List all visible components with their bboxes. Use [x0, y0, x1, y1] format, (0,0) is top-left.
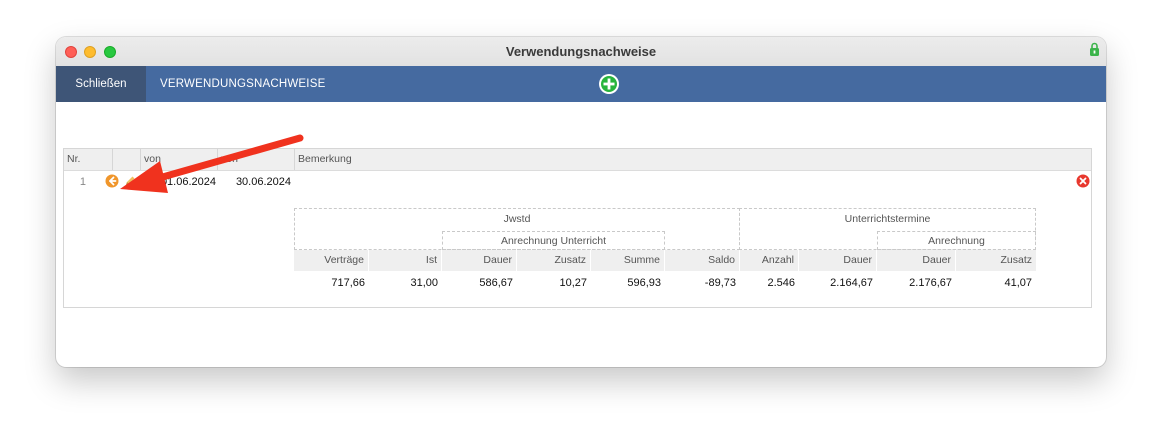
row-to-date: 30.06.2024 [235, 176, 291, 188]
col-vertraege: Verträge [294, 250, 369, 271]
value-vertraege: 717,66 [331, 277, 365, 289]
header-actions [113, 149, 141, 170]
close-button[interactable]: Schließen [56, 66, 146, 102]
value-summe: 596,93 [627, 277, 661, 289]
app-window: Verwendungsnachweise Schließen VERWENDUN… [56, 37, 1106, 367]
window-title: Verwendungsnachweise [505, 44, 657, 59]
header-nr: Nr. [64, 149, 113, 170]
value-zusatz-anrechnung: 41,07 [1004, 277, 1032, 289]
header-from: von [141, 149, 218, 170]
header-to: von [218, 149, 295, 170]
col-dauer-unterricht: Dauer [442, 250, 517, 271]
value-saldo: -89,73 [704, 277, 736, 289]
header-remark: Bemerkung [298, 153, 352, 165]
row-from-date: 01.06.2024 [160, 176, 216, 188]
group-unterrichtstermine-label: Unterrichtstermine [844, 213, 931, 225]
group-anrechnung-unterricht-label: Anrechnung Unterricht [500, 235, 607, 247]
value-dauer-termine: 2.164,67 [830, 277, 873, 289]
table-header: Nr. von von Bemerkung [64, 149, 1091, 171]
value-dauer-anrechnung: 2.176,67 [909, 277, 952, 289]
col-zusatz-unterricht: Zusatz [517, 250, 591, 271]
group-anrechnung-label: Anrechnung [928, 235, 985, 247]
col-dauer-termine: Dauer [799, 250, 877, 271]
row-nr: 1 [79, 176, 86, 188]
col-anzahl: Anzahl [740, 250, 799, 271]
col-summe: Summe [591, 250, 665, 271]
section-title: VERWENDUNGSNACHWEISE [160, 78, 326, 90]
delete-icon[interactable] [1076, 174, 1090, 191]
col-dauer-anrechnung: Dauer [877, 250, 956, 271]
value-dauer-unterricht: 586,67 [479, 277, 513, 289]
toolbar: Schließen VERWENDUNGSNACHWEISE [56, 66, 1106, 102]
add-icon[interactable] [598, 73, 620, 95]
pencil-icon[interactable] [124, 175, 136, 190]
value-anzahl: 2.546 [767, 277, 795, 289]
value-zusatz-unterricht: 10,27 [559, 277, 587, 289]
group-jwstd-label: Jwstd [503, 213, 531, 225]
title-bar: Verwendungsnachweise [56, 37, 1106, 67]
arrow-left-circle-icon[interactable] [105, 174, 119, 191]
lock-icon [1089, 42, 1100, 60]
value-ist: 31,00 [410, 277, 438, 289]
col-saldo: Saldo [665, 250, 740, 271]
col-ist: Ist [369, 250, 442, 271]
col-zusatz-anrechnung: Zusatz [956, 250, 1036, 271]
